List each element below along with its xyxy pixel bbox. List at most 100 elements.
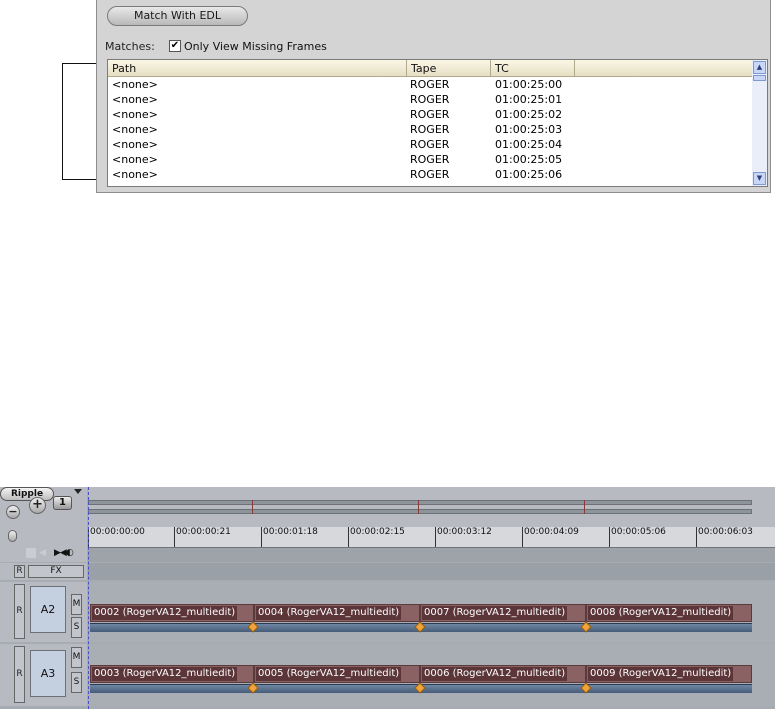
table-row[interactable]: <none> ROGER 01:00:25:01 (108, 92, 753, 107)
track-header-a2: R A2 M S (0, 582, 87, 642)
cell-path: <none> (112, 78, 158, 91)
audio-clip[interactable]: 0007 (RogerVA12_multiedit) (420, 604, 586, 622)
cell-path: <none> (112, 93, 158, 106)
ruler-tick (435, 527, 436, 547)
ruler-label: 00:00:00:00 (90, 527, 145, 537)
clip-label: 0009 (RogerVA12_multiedit) (588, 667, 734, 681)
cell-tc: 01:00:25:03 (495, 123, 563, 136)
cell-tc: 01:00:25:02 (495, 108, 563, 121)
cell-path: <none> (112, 123, 158, 136)
cell-tape: ROGER (410, 78, 450, 91)
ruler-tick (348, 527, 349, 547)
table-row[interactable]: <none> ROGER 01:00:25:06 (108, 167, 753, 182)
cell-tc: 01:00:25:04 (495, 138, 563, 151)
ruler-tick (696, 527, 697, 547)
clip-label: 0003 (RogerVA12_multiedit) (92, 667, 238, 681)
timeline-controls: − + 1 Ripple ◀ ▶◀◐ (0, 487, 87, 562)
nav-square-icon[interactable] (26, 548, 36, 558)
clip-label: 0006 (RogerVA12_multiedit) (422, 667, 568, 681)
ruler-label: 00:00:03:12 (437, 527, 492, 537)
cell-tape: ROGER (410, 108, 450, 121)
timeline-panel: − + 1 Ripple ◀ ▶◀◐ 00:00:00:00 00:00:00:… (0, 487, 775, 709)
track-mute-button[interactable]: M (71, 647, 82, 668)
edl-match-panel: Match With EDL Matches: ✔ Only View Miss… (96, 0, 771, 193)
audio-clip[interactable]: 0003 (RogerVA12_multiedit) (90, 665, 254, 683)
nav-prev-icon[interactable]: ◀ (39, 548, 46, 558)
cell-path: <none> (112, 108, 158, 121)
column-header-tape[interactable]: Tape (407, 60, 491, 77)
scroll-down-icon[interactable]: ▼ (753, 172, 766, 185)
ruler-tick (522, 527, 523, 547)
scroll-up-icon[interactable]: ▲ (753, 61, 766, 74)
audio-clip[interactable]: 0008 (RogerVA12_multiedit) (586, 604, 752, 622)
toggle-pill-icon[interactable] (8, 530, 17, 542)
matches-table: Path Tape TC <none> ROGER 01:00:25:00 <n… (107, 59, 768, 187)
table-row[interactable]: <none> ROGER 01:00:25:02 (108, 107, 753, 122)
column-header-path[interactable]: Path (108, 60, 407, 77)
cell-tc: 01:00:25:05 (495, 153, 563, 166)
track-solo-button[interactable]: S (71, 617, 82, 638)
zoom-level-button[interactable]: 1 (53, 496, 72, 510)
track-name-a2[interactable]: A2 (30, 586, 66, 633)
ruler-tick (609, 527, 610, 547)
audio-clip[interactable]: 0004 (RogerVA12_multiedit) (254, 604, 420, 622)
track-name-a3[interactable]: A3 (30, 650, 66, 697)
timecode-ruler[interactable]: 00:00:00:00 00:00:00:21 00:00:01:18 00:0… (88, 527, 775, 548)
dropdown-arrow-icon[interactable] (74, 489, 82, 494)
ruler-label: 00:00:04:09 (524, 527, 579, 537)
only-missing-checkbox[interactable]: ✔ (169, 40, 181, 52)
audio-clip[interactable]: 0002 (RogerVA12_multiedit) (90, 604, 254, 622)
table-scrollbar[interactable]: ▲ ▼ (752, 60, 767, 186)
ripple-button[interactable]: Ripple (0, 487, 54, 501)
track-header-a3: R A3 M S (0, 644, 87, 706)
fx-track-header: R FX (0, 563, 87, 580)
only-missing-label[interactable]: Only View Missing Frames (184, 40, 327, 53)
bracket-annotation (62, 63, 98, 180)
fx-r-button[interactable]: R (14, 565, 25, 578)
cell-tape: ROGER (410, 168, 450, 181)
clip-label: 0004 (RogerVA12_multiedit) (256, 606, 402, 620)
table-row[interactable]: <none> ROGER 01:00:25:03 (108, 122, 753, 137)
audio-clip[interactable]: 0005 (RogerVA12_multiedit) (254, 665, 420, 683)
ruler-label: 00:00:02:15 (350, 527, 405, 537)
zoom-in-icon[interactable]: + (29, 497, 46, 514)
clip-label: 0002 (RogerVA12_multiedit) (92, 606, 238, 620)
snap-icon[interactable]: ▶◀◐ (54, 547, 74, 559)
ruler-label: 00:00:01:18 (263, 527, 318, 537)
marker-line (584, 500, 585, 514)
track-r-button[interactable]: R (14, 584, 25, 639)
marker-line (252, 500, 253, 514)
scrub-area[interactable] (88, 487, 775, 527)
zoom-out-icon[interactable]: − (6, 505, 20, 519)
track-lane-a3: 0003 (RogerVA12_multiedit) 0005 (RogerVA… (88, 644, 775, 706)
audio-clip[interactable]: 0006 (RogerVA12_multiedit) (420, 665, 586, 683)
cell-path: <none> (112, 138, 158, 151)
cell-tc: 01:00:25:01 (495, 93, 563, 106)
column-header-tc[interactable]: TC (491, 60, 575, 77)
table-row[interactable]: <none> ROGER 01:00:25:00 (108, 77, 753, 92)
cell-path: <none> (112, 153, 158, 166)
timeline-nav-strip (88, 548, 775, 562)
track-mute-button[interactable]: M (71, 594, 82, 615)
ruler-tick (261, 527, 262, 547)
clip-label: 0007 (RogerVA12_multiedit) (422, 606, 568, 620)
scrub-bar-lower[interactable] (88, 509, 752, 514)
ruler-label: 00:00:00:21 (176, 527, 231, 537)
track-r-button[interactable]: R (14, 646, 25, 703)
scrub-bar-upper[interactable] (88, 500, 752, 505)
match-with-edl-button[interactable]: Match With EDL (107, 6, 248, 26)
cell-tc: 01:00:25:06 (495, 168, 563, 181)
table-row[interactable]: <none> ROGER 01:00:25:04 (108, 137, 753, 152)
audio-clip[interactable]: 0009 (RogerVA12_multiedit) (586, 665, 752, 683)
ruler-label: 00:00:06:03 (698, 527, 753, 537)
clip-label: 0005 (RogerVA12_multiedit) (256, 667, 402, 681)
track-lane-a2: 0002 (RogerVA12_multiedit) 0004 (RogerVA… (88, 582, 775, 642)
clip-label: 0008 (RogerVA12_multiedit) (588, 606, 734, 620)
fx-track-lane (88, 563, 775, 580)
track-solo-button[interactable]: S (71, 672, 82, 693)
playhead[interactable] (88, 487, 89, 709)
scroll-thumb[interactable] (753, 75, 766, 81)
table-row[interactable]: <none> ROGER 01:00:25:05 (108, 152, 753, 167)
marker-line (418, 500, 419, 514)
matches-label: Matches: (105, 40, 155, 53)
